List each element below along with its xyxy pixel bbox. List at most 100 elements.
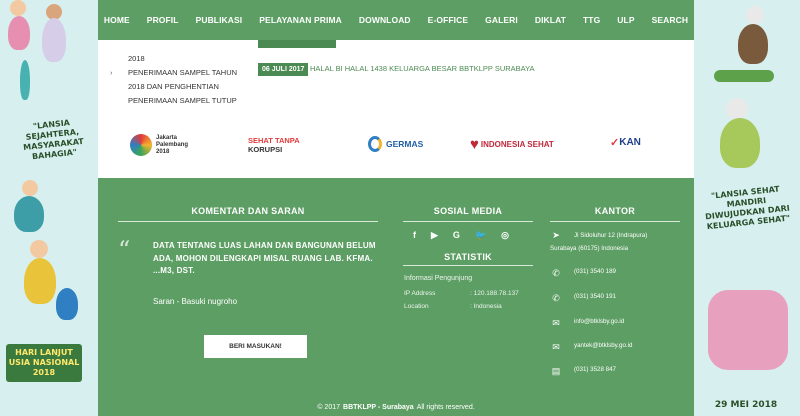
main-navbar: HOME PROFIL PUBLIKASI PELAYANAN PRIMA DO…: [98, 0, 694, 40]
grandpa-head: [30, 240, 48, 258]
nav-publikasi[interactable]: PUBLIKASI: [187, 15, 251, 25]
announcement-line[interactable]: 2018: [128, 52, 145, 66]
phone-icon: ✆: [552, 293, 560, 303]
korupsi-text: KORUPSI: [248, 145, 283, 154]
nav-diklat[interactable]: DIKLAT: [526, 15, 574, 25]
site-footer: KOMENTAR DAN SARAN “ DATA TENTANG LUAS L…: [98, 178, 694, 398]
quote-icon: “: [118, 236, 131, 264]
grandpa-figure: [24, 258, 56, 304]
heart-icon: ♥: [470, 136, 479, 153]
announcement-list: 2018 › PENERIMAAN SAMPEL TAHUN 2018 DAN P…: [110, 52, 237, 108]
facebook-icon[interactable]: f: [413, 230, 416, 241]
plants: [714, 70, 774, 82]
hijab-woman-figure: [42, 18, 66, 62]
email-1[interactable]: info@btklsby.go.id: [574, 318, 624, 325]
germas-logo[interactable]: GERMAS: [368, 136, 423, 152]
ip-address-value: : 120.188.78.137: [470, 290, 519, 297]
announcement-line[interactable]: 2018 DAN PENGHENTIAN: [128, 80, 219, 94]
nav-ttg[interactable]: TTG: [575, 15, 609, 25]
sehat-tanpa-text: SEHAT TANPA: [248, 136, 300, 145]
gardener-head: [746, 6, 764, 24]
nav-home[interactable]: HOME: [95, 15, 138, 25]
child-figure: [56, 288, 78, 320]
twitter-icon[interactable]: 🐦: [475, 230, 486, 241]
phone-2: (031) 3540 191: [574, 293, 616, 300]
left-banner-badge: HARI LANJUT USIA NASIONAL 2018: [6, 344, 82, 382]
right-banner: "LANSIA SEHAT MANDIRI DIWUJUDKAN DARI KE…: [694, 0, 800, 416]
address-line-2: Surabaya (60175) Indonesia: [550, 245, 629, 252]
phone-row: ✆ (031) 3540 191: [550, 293, 616, 304]
fax-icon: ▤: [551, 366, 561, 376]
ip-address-label: IP Address: [404, 290, 436, 297]
statistik-title: STATISTIK: [444, 252, 492, 262]
phone-1: (031) 3540 189: [574, 268, 616, 275]
nav-profil[interactable]: PROFIL: [138, 15, 187, 25]
partner-logos: Jakarta Palembang 2018 SEHAT TANPA KORUP…: [98, 118, 694, 178]
google-plus-icon[interactable]: G: [453, 230, 460, 241]
news-headline-link[interactable]: HALAL BI HALAL 1438 KELUARGA BESAR BBTKL…: [310, 64, 535, 73]
checkmark-icon: ✓: [610, 137, 620, 149]
news-date-badge: 06 JULI 2017: [258, 63, 309, 76]
asian-games-emblem-icon: [130, 134, 152, 156]
left-banner: "LANSIA SEJAHTERA, MASYARAKAT BAHAGIA" H…: [0, 0, 98, 416]
elder-woman-head: [10, 0, 26, 16]
address-line-1: Jl Sidoluhur 12 (Indrapura): [574, 232, 648, 239]
stretching-elder-head: [22, 180, 38, 196]
visitor-info-label: Informasi Pengunjung: [404, 275, 473, 282]
indonesia-sehat-logo[interactable]: ♥ INDONESIA SEHAT: [470, 136, 554, 153]
kantor-divider: [550, 221, 680, 222]
grandma-figure: [720, 118, 760, 168]
copyright-prefix: © 2017: [317, 403, 341, 411]
stretching-elder-figure: [14, 196, 44, 232]
social-media-title: SOSIAL MEDIA: [433, 206, 503, 216]
nav-ulp[interactable]: ULP: [609, 15, 643, 25]
email-2[interactable]: yantek@btklsby.go.id: [574, 342, 632, 349]
copyright-suffix: All rights reserved.: [416, 403, 475, 411]
address-row: ➤ Jl Sidoluhur 12 (Indrapura): [550, 230, 647, 241]
komentar-divider: [118, 221, 378, 222]
comment-author: Saran - Basuki nugroho: [153, 297, 238, 306]
right-banner-slogan: "LANSIA SEHAT MANDIRI DIWUJUDKAN DARI KE…: [704, 184, 791, 232]
location-value: : Indonesia: [470, 303, 502, 310]
social-icons: f ▶ G 🐦 ◎: [413, 230, 509, 241]
news-section: 2018 › PENERIMAAN SAMPEL TAHUN 2018 DAN P…: [98, 40, 694, 118]
email-row: ✉ info@btklsby.go.id: [550, 318, 624, 329]
nav-download[interactable]: DOWNLOAD: [350, 15, 419, 25]
elder-woman-figure: [8, 16, 30, 50]
asian-games-line: 2018: [156, 148, 170, 155]
copyright-brand: BBTKLPP - Surabaya: [343, 403, 414, 411]
email-row: ✉ yantek@btklsby.go.id: [550, 342, 632, 353]
nav-search[interactable]: SEARCH: [643, 15, 697, 25]
family-group: [708, 290, 788, 370]
asian-games-logo[interactable]: Jakarta Palembang 2018: [130, 134, 188, 156]
kan-logo[interactable]: ✓ KAN: [610, 136, 641, 149]
give-feedback-button[interactable]: BERI MASUKAN!: [204, 335, 307, 358]
news-header-strip: [258, 40, 336, 48]
youtube-icon[interactable]: ▶: [431, 230, 438, 241]
nav-pelayanan-prima[interactable]: PELAYANAN PRIMA: [251, 15, 351, 25]
announcement-line[interactable]: PENERIMAAN SAMPEL TUTUP: [128, 94, 237, 108]
asian-games-line: Jakarta: [156, 134, 178, 141]
gardener-figure: [738, 24, 768, 64]
kantor-title: KANTOR: [594, 206, 636, 216]
kan-text: KAN: [619, 137, 641, 148]
fax-row: ▤ (031) 3528 847: [550, 366, 616, 377]
indonesia-sehat-text: INDONESIA SEHAT: [480, 140, 554, 149]
grandma-head: [726, 98, 748, 120]
nav-galeri[interactable]: GALERI: [477, 15, 527, 25]
copyright-bar: © 2017 BBTKLPP - Surabaya All rights res…: [98, 398, 694, 416]
sehat-tanpa-korupsi-logo[interactable]: SEHAT TANPA KORUPSI: [248, 136, 300, 154]
instagram-icon[interactable]: ◎: [501, 230, 509, 241]
komentar-title: KOMENTAR DAN SARAN: [191, 206, 305, 216]
asian-games-line: Palembang: [156, 141, 189, 148]
statistik-divider: [403, 265, 533, 266]
chevron-right-icon: ›: [110, 68, 113, 77]
envelope-icon: ✉: [552, 342, 560, 352]
germas-figure-icon: [368, 136, 382, 152]
nav-e-office[interactable]: E-OFFICE: [419, 15, 476, 25]
germas-text: GERMAS: [386, 139, 424, 149]
phone-icon: ✆: [552, 268, 560, 278]
right-banner-date: 29 MEI 2018: [714, 400, 778, 410]
phone-row: ✆ (031) 3540 189: [550, 268, 616, 279]
announcement-line[interactable]: PENERIMAAN SAMPEL TAHUN: [128, 66, 237, 80]
